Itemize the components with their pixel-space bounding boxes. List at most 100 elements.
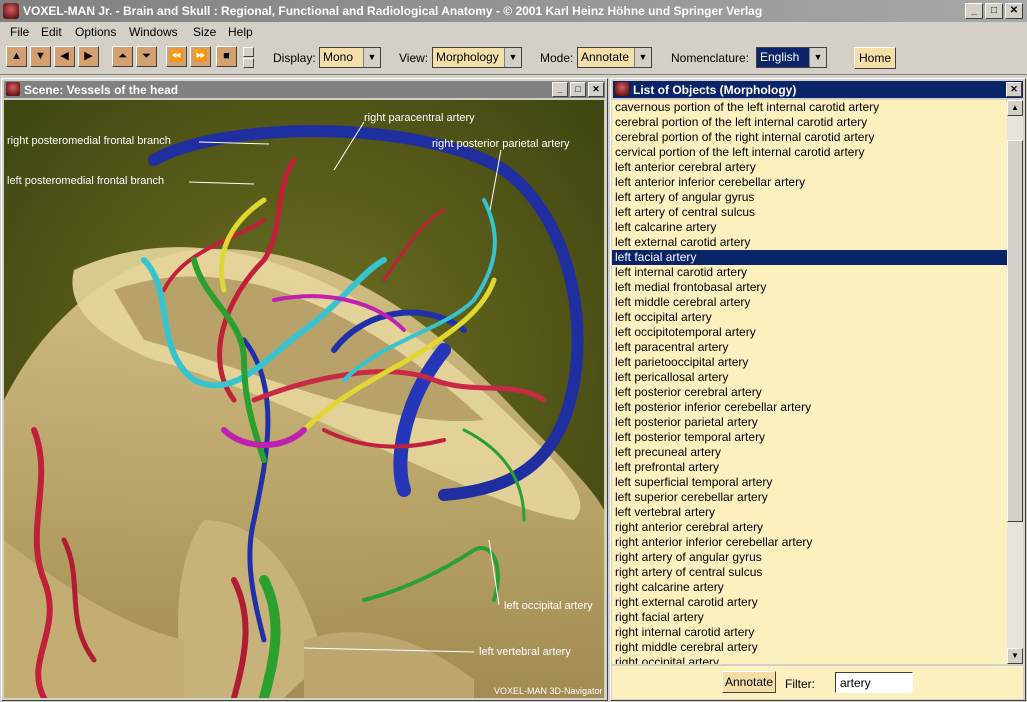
- filter-label: Filter:: [785, 677, 815, 691]
- nav-down-button[interactable]: ▼: [30, 46, 51, 67]
- menu-options[interactable]: Options: [75, 25, 116, 39]
- vessel-rendering[interactable]: right posteromedial frontal branch left …: [4, 100, 604, 698]
- label-left-vertebral-artery: left vertebral artery: [479, 646, 571, 658]
- list-item[interactable]: left occipitotemporal artery: [612, 325, 1007, 340]
- list-scrollbar[interactable]: ▲ ▼: [1007, 100, 1023, 664]
- list-item[interactable]: left posterior cerebral artery: [612, 385, 1007, 400]
- watermark: VOXEL-MAN 3D-Navigator: [494, 686, 603, 696]
- menu-edit[interactable]: Edit: [41, 25, 62, 39]
- chevron-down-icon[interactable]: ▼: [504, 48, 521, 67]
- app-icon[interactable]: [615, 82, 629, 96]
- nav-left-button[interactable]: ◀: [54, 46, 75, 67]
- list-item[interactable]: left pericallosal artery: [612, 370, 1007, 385]
- scene-close-button[interactable]: ✕: [588, 82, 604, 97]
- menu-windows[interactable]: Windows: [129, 25, 178, 39]
- object-list[interactable]: cavernous portion of the left internal c…: [612, 100, 1007, 664]
- list-item[interactable]: right external carotid artery: [612, 595, 1007, 610]
- list-item[interactable]: right occipital artery: [612, 655, 1007, 664]
- view-select[interactable]: Morphology ▼: [432, 47, 522, 68]
- list-item[interactable]: left superior cerebellar artery: [612, 490, 1007, 505]
- list-item[interactable]: left internal carotid artery: [612, 265, 1007, 280]
- chevron-down-icon[interactable]: ▼: [363, 48, 380, 67]
- list-item[interactable]: left occipital artery: [612, 310, 1007, 325]
- list-item[interactable]: right middle cerebral artery: [612, 640, 1007, 655]
- label-right-paracentral-artery: right paracentral artery: [364, 112, 475, 124]
- list-close-button[interactable]: ✕: [1006, 82, 1022, 97]
- list-item[interactable]: cervical portion of the left internal ca…: [612, 145, 1007, 160]
- menu-size[interactable]: Size: [193, 25, 216, 39]
- list-item[interactable]: left superficial temporal artery: [612, 475, 1007, 490]
- home-button[interactable]: Home: [854, 47, 896, 69]
- nav-up-button[interactable]: ▲: [6, 46, 27, 67]
- window-title: VOXEL-MAN Jr. - Brain and Skull : Region…: [23, 4, 763, 18]
- scene-title: Scene: Vessels of the head: [24, 83, 179, 97]
- zoom-in-small-button[interactable]: [243, 47, 254, 57]
- rewind-button[interactable]: ⏪: [166, 46, 187, 67]
- list-item[interactable]: left paracentral artery: [612, 340, 1007, 355]
- menu-help[interactable]: Help: [228, 25, 253, 39]
- list-item[interactable]: left parietooccipital artery: [612, 355, 1007, 370]
- nav-tilt-up-button[interactable]: ⏶: [112, 46, 133, 67]
- scene-minimize-button[interactable]: _: [552, 82, 568, 97]
- chevron-down-icon[interactable]: ▼: [809, 48, 826, 67]
- mode-select[interactable]: Annotate ▼: [577, 47, 652, 68]
- view-select-value: Morphology: [436, 50, 499, 64]
- list-item[interactable]: left medial frontobasal artery: [612, 280, 1007, 295]
- stop-button[interactable]: ■: [216, 46, 237, 67]
- list-item[interactable]: right calcarine artery: [612, 580, 1007, 595]
- nav-tilt-down-button[interactable]: ⏷: [136, 46, 157, 67]
- mode-select-value: Annotate: [581, 50, 630, 64]
- list-item[interactable]: left prefrontal artery: [612, 460, 1007, 475]
- list-item[interactable]: left posterior inferior cerebellar arter…: [612, 400, 1007, 415]
- scroll-down-button[interactable]: ▼: [1007, 648, 1023, 664]
- scroll-up-button[interactable]: ▲: [1007, 100, 1023, 116]
- scroll-thumb[interactable]: [1007, 140, 1023, 522]
- annotate-button[interactable]: Annotate: [722, 671, 776, 693]
- scene-maximize-button[interactable]: □: [570, 82, 586, 97]
- display-select-value: Mono: [323, 50, 354, 64]
- close-button[interactable]: ✕: [1005, 3, 1023, 19]
- display-label: Display:: [273, 51, 316, 65]
- list-item[interactable]: left vertebral artery: [612, 505, 1007, 520]
- label-right-posterior-parietal-artery: right posterior parietal artery: [432, 138, 570, 150]
- list-item[interactable]: cavernous portion of the left internal c…: [612, 100, 1007, 115]
- forward-button[interactable]: ⏩: [190, 46, 211, 67]
- nav-right-button[interactable]: ▶: [78, 46, 99, 67]
- display-select[interactable]: Mono ▼: [319, 47, 381, 68]
- list-item[interactable]: left facial artery: [612, 250, 1007, 265]
- window-titlebar: VOXEL-MAN Jr. - Brain and Skull : Region…: [0, 0, 1027, 22]
- app-icon[interactable]: [6, 82, 20, 96]
- label-left-posteromedial-frontal-branch: left posteromedial frontal branch: [7, 175, 164, 187]
- minimize-button[interactable]: _: [965, 3, 983, 19]
- list-item[interactable]: left anterior cerebral artery: [612, 160, 1007, 175]
- list-item[interactable]: cerebral portion of the right internal c…: [612, 130, 1007, 145]
- list-item[interactable]: left middle cerebral artery: [612, 295, 1007, 310]
- list-item[interactable]: left posterior parietal artery: [612, 415, 1007, 430]
- list-item[interactable]: left artery of angular gyrus: [612, 190, 1007, 205]
- scene-viewport[interactable]: right posteromedial frontal branch left …: [4, 100, 604, 698]
- list-item[interactable]: left anterior inferior cerebellar artery: [612, 175, 1007, 190]
- nomenclature-select[interactable]: English ▼: [756, 47, 827, 68]
- app-icon[interactable]: [3, 3, 19, 19]
- list-item[interactable]: cerebral portion of the left internal ca…: [612, 115, 1007, 130]
- filter-input[interactable]: [835, 672, 913, 693]
- maximize-button[interactable]: □: [985, 3, 1003, 19]
- list-item[interactable]: right anterior inferior cerebellar arter…: [612, 535, 1007, 550]
- list-item[interactable]: right artery of angular gyrus: [612, 550, 1007, 565]
- list-item[interactable]: right internal carotid artery: [612, 625, 1007, 640]
- list-item[interactable]: left posterior temporal artery: [612, 430, 1007, 445]
- zoom-out-small-button[interactable]: [243, 58, 254, 68]
- nomenclature-label: Nomenclature:: [671, 51, 750, 65]
- menu-file[interactable]: File: [10, 25, 29, 39]
- list-panel-titlebar: List of Objects (Morphology) ✕: [613, 81, 1023, 98]
- list-item[interactable]: left external carotid artery: [612, 235, 1007, 250]
- list-item[interactable]: left calcarine artery: [612, 220, 1007, 235]
- menu-bar: File Edit Options Windows Size Help: [0, 22, 1027, 42]
- list-item[interactable]: right facial artery: [612, 610, 1007, 625]
- list-item[interactable]: right artery of central sulcus: [612, 565, 1007, 580]
- list-item[interactable]: left artery of central sulcus: [612, 205, 1007, 220]
- list-item[interactable]: right anterior cerebral artery: [612, 520, 1007, 535]
- chevron-down-icon[interactable]: ▼: [634, 48, 651, 67]
- list-item[interactable]: left precuneal artery: [612, 445, 1007, 460]
- list-title: List of Objects (Morphology): [633, 83, 797, 97]
